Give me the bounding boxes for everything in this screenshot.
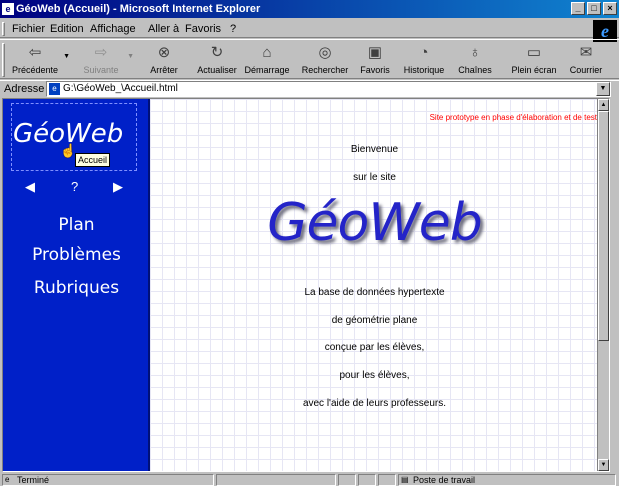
sidebar-link-problemes[interactable]: Problèmes <box>3 245 150 265</box>
favorites-button[interactable]: ▣ Favoris <box>358 43 392 75</box>
address-dropdown-icon[interactable]: ▼ <box>596 82 610 96</box>
status-progress-panel <box>216 474 336 486</box>
address-bar: Adresse e G:\GéoWeb_\Accueil.html ▼ <box>0 80 619 97</box>
status-zone-panel: ▤ Poste de travail <box>398 474 616 486</box>
description-line: pour les élèves, <box>339 370 410 381</box>
mail-button[interactable]: ✉ Courrier <box>566 43 606 75</box>
status-panel-small <box>378 474 396 486</box>
history-button[interactable]: ◔ Historique <box>400 43 448 75</box>
prev-arrow-icon[interactable]: ◀ <box>25 179 35 195</box>
browser-content: GéoWeb ☝ Accueil ◀ ? ▶ Plan Problèmes Ru… <box>2 98 610 472</box>
menu-bar: Fichier Edition Affichage Aller à Favori… <box>0 19 619 38</box>
back-dropdown-icon[interactable]: ▼ <box>63 53 70 60</box>
back-arrow-icon: ⇦ <box>28 44 42 61</box>
minimize-button[interactable]: _ <box>571 2 585 15</box>
prototype-notice: Site prototype en phase d'élaboration et… <box>429 113 597 122</box>
menu-help[interactable]: ? <box>230 23 236 35</box>
main-panel: Site prototype en phase d'élaboration et… <box>150 99 599 471</box>
ie-app-icon[interactable]: e <box>2 3 14 15</box>
vertical-scrollbar[interactable]: ▲ ▼ <box>597 99 609 471</box>
status-panel-small <box>338 474 356 486</box>
tooltip: Accueil <box>75 153 111 167</box>
status-zone: Poste de travail <box>413 475 476 485</box>
stop-icon: ⊗ <box>157 44 171 61</box>
search-icon: ◎ <box>318 44 332 61</box>
hand-cursor-icon: ☝ <box>60 143 77 158</box>
window-title: GéoWeb (Accueil) - Microsoft Internet Ex… <box>16 3 261 15</box>
page-icon: e <box>49 83 60 95</box>
search-button[interactable]: ◎ Rechercher <box>300 43 350 75</box>
channels-button[interactable]: ♁ Chaînes <box>456 43 494 75</box>
status-bar: e Terminé ▤ Poste de travail <box>0 473 619 486</box>
welcome-text: Bienvenue <box>350 144 399 155</box>
scroll-down-icon[interactable]: ▼ <box>598 459 609 471</box>
toolbar-grip[interactable] <box>2 43 5 77</box>
description-line: conçue par les élèves, <box>324 342 425 353</box>
forward-dropdown-icon[interactable]: ▼ <box>127 53 134 60</box>
menu-aller-a[interactable]: Aller à <box>148 23 179 35</box>
site-sidebar: GéoWeb ☝ Accueil ◀ ? ▶ Plan Problèmes Ru… <box>3 99 150 471</box>
address-input[interactable]: e G:\GéoWeb_\Accueil.html ▼ <box>46 81 611 97</box>
description-line: de géométrie plane <box>331 315 418 326</box>
home-icon: ⌂ <box>262 44 272 61</box>
menu-fichier[interactable]: Fichier <box>12 23 45 35</box>
help-icon[interactable]: ? <box>71 179 78 194</box>
fullscreen-icon: ▭ <box>526 44 542 61</box>
main-logo: GéoWeb <box>267 193 483 253</box>
menu-grip[interactable] <box>2 22 5 36</box>
refresh-button[interactable]: ↻ Actualiser <box>194 43 240 75</box>
page-done-icon: e <box>5 475 10 484</box>
title-bar: e GéoWeb (Accueil) - Microsoft Internet … <box>0 0 619 18</box>
scroll-thumb[interactable] <box>598 111 609 341</box>
description-line: avec l'aide de leurs professeurs. <box>302 398 447 409</box>
sidebar-nav: ◀ ? ▶ <box>25 179 125 195</box>
status-text: Terminé <box>17 475 50 485</box>
sidebar-link-rubriques[interactable]: Rubriques <box>3 278 150 298</box>
standard-toolbar: ⇦ Précédente ▼ ⇨ Suivante ▼ ⊗ Arrêter ↻ … <box>0 39 619 79</box>
channels-icon: ♁ <box>469 44 481 61</box>
scroll-up-icon[interactable]: ▲ <box>598 99 609 111</box>
stop-button[interactable]: ⊗ Arrêter <box>144 43 184 75</box>
fullscreen-button[interactable]: ▭ Plein écran <box>510 43 558 75</box>
menu-affichage[interactable]: Affichage <box>90 23 136 35</box>
favorites-icon: ▣ <box>367 44 383 61</box>
status-panel-small <box>358 474 376 486</box>
maximize-button[interactable]: □ <box>587 2 601 15</box>
back-button[interactable]: ⇦ Précédente ▼ <box>8 43 70 75</box>
forward-arrow-icon: ⇨ <box>94 44 108 61</box>
next-arrow-icon[interactable]: ▶ <box>113 179 123 195</box>
close-button[interactable]: × <box>603 2 617 15</box>
forward-button[interactable]: ⇨ Suivante ▼ <box>76 43 134 75</box>
refresh-icon: ↻ <box>210 44 224 61</box>
history-icon: ◔ <box>419 44 429 61</box>
address-label: Adresse <box>4 83 45 95</box>
menu-favoris[interactable]: Favoris <box>185 23 221 35</box>
description-line: La base de données hypertexte <box>304 287 445 298</box>
sidebar-link-plan[interactable]: Plan <box>3 215 150 235</box>
mail-icon: ✉ <box>579 44 593 61</box>
computer-icon: ▤ <box>401 475 409 484</box>
address-url[interactable]: G:\GéoWeb_\Accueil.html <box>63 83 178 94</box>
home-button[interactable]: ⌂ Démarrage <box>242 43 292 75</box>
menu-edition[interactable]: Edition <box>50 23 84 35</box>
on-site-text: sur le site <box>353 172 396 183</box>
status-text-panel: e Terminé <box>2 474 214 486</box>
